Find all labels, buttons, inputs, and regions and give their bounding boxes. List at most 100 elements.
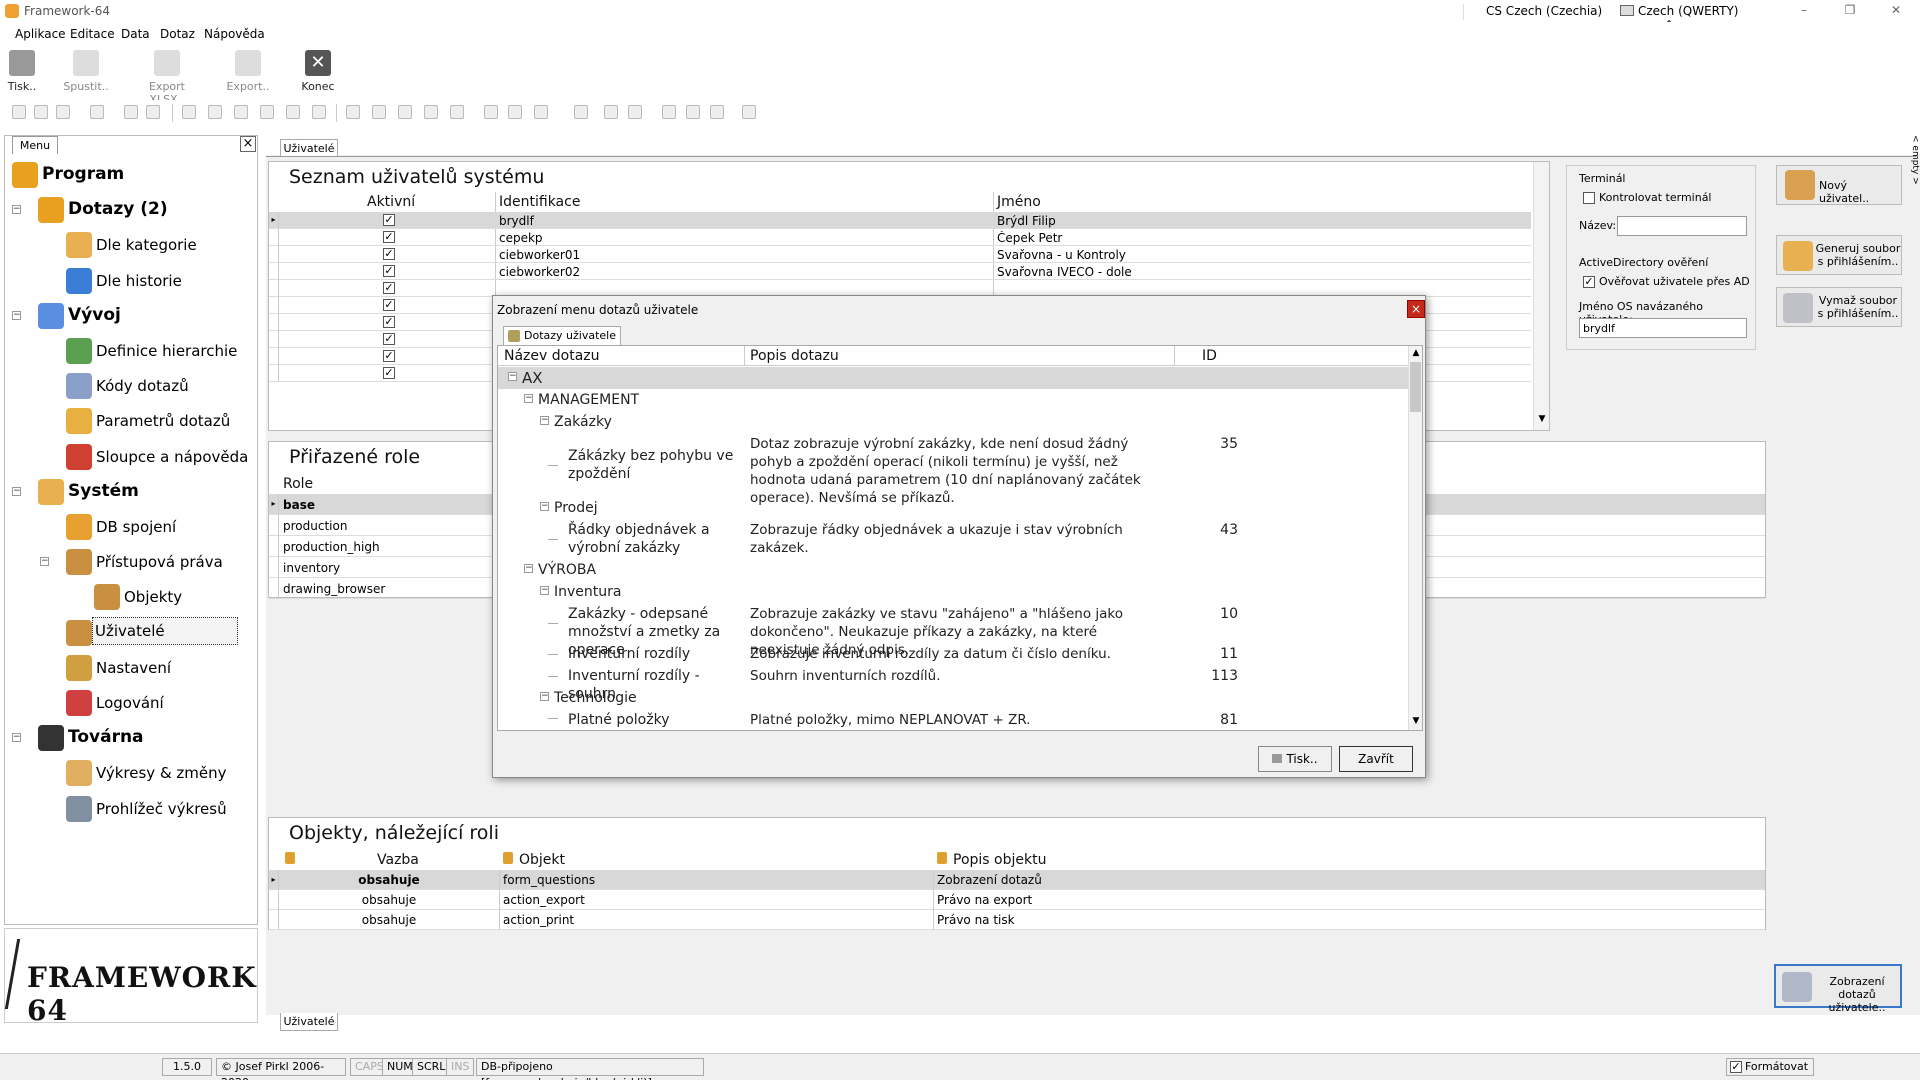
query-tree-row[interactable]: Inventurní rozdíly Zobrazuje inventurní r…: [498, 643, 1408, 665]
tab-users-top[interactable]: Uživatelé: [280, 139, 338, 157]
col-query-desc[interactable]: Popis dotazu: [750, 348, 839, 364]
tree-item[interactable]: Kódy dotazů: [64, 371, 252, 401]
paste-icon[interactable]: [56, 105, 70, 119]
tree-item[interactable]: Objekty: [92, 582, 252, 612]
terminal-name-input[interactable]: [1617, 216, 1747, 236]
import-icon[interactable]: [604, 105, 618, 119]
export-xlsx-button[interactable]: Export XLSX..: [132, 48, 202, 106]
table-row[interactable]: ▸ obsahuje form_questions Zobrazení dotazů: [269, 870, 1765, 890]
dialog-print-button[interactable]: Tisk..: [1258, 746, 1332, 772]
table-row[interactable]: ✓ ciebworker02 Svařovna IVECO - dole: [269, 263, 1531, 280]
query-tree-row[interactable]: − Technologie: [498, 687, 1408, 709]
tree-item[interactable]: Dle kategorie: [64, 230, 252, 260]
next-record-icon[interactable]: [260, 105, 274, 119]
col-object[interactable]: Objekt: [519, 852, 565, 868]
col-query-id[interactable]: ID: [1202, 348, 1217, 364]
query-tree-row[interactable]: − AX: [498, 367, 1408, 389]
tree-item[interactable]: Definice hierarchie: [64, 336, 252, 366]
collapse-icon[interactable]: −: [540, 586, 549, 595]
first-record-icon[interactable]: [182, 105, 196, 119]
tree-item[interactable]: Logování: [64, 688, 252, 718]
users-edit-icon[interactable]: [662, 105, 676, 119]
prev-record-icon[interactable]: [234, 105, 248, 119]
dialog-close-icon[interactable]: ×: [1407, 300, 1425, 318]
col-active[interactable]: Aktivní: [367, 194, 415, 210]
table-row[interactable]: ✓ ciebworker01 Svařovna - u Kontroly: [269, 246, 1531, 263]
scroll-down-icon[interactable]: ▼: [1534, 414, 1550, 424]
tree-item[interactable]: Parametrů dotazů: [64, 406, 252, 436]
refresh-icon[interactable]: [574, 105, 588, 119]
tab-user-queries[interactable]: Dotazy uživatele: [503, 326, 621, 346]
menu-napoveda[interactable]: Nápověda: [204, 27, 265, 41]
eye-icon[interactable]: [710, 105, 724, 119]
users-scrollbar[interactable]: ▼: [1533, 162, 1549, 430]
collapse-icon[interactable]: −: [540, 502, 549, 511]
collapse-icon[interactable]: −: [524, 394, 533, 403]
active-checkbox[interactable]: ✓: [383, 367, 395, 379]
collapse-icon[interactable]: −: [40, 557, 49, 567]
table-row[interactable]: obsahuje action_export Právo na export: [269, 890, 1765, 910]
menu-editace[interactable]: Editace: [70, 27, 115, 41]
collapse-icon[interactable]: −: [12, 310, 21, 320]
tree-item[interactable]: Nastavení: [64, 653, 252, 683]
dialog-close-button[interactable]: Zavřít: [1339, 746, 1413, 772]
col-name[interactable]: Jméno: [997, 194, 1041, 210]
show-user-queries-button[interactable]: Zobrazení dotazů uživatele..: [1774, 964, 1902, 1014]
tree-item[interactable]: Výkresy & změny: [64, 758, 252, 788]
active-checkbox[interactable]: ✓: [383, 214, 395, 226]
col-object-desc[interactable]: Popis objektu: [953, 852, 1046, 868]
ad-verify-checkbox[interactable]: ✓: [1583, 276, 1595, 288]
run-button[interactable]: Spustit..: [56, 48, 116, 98]
tree-item[interactable]: − Dotazy (2): [12, 195, 252, 225]
table-row[interactable]: ▸ ✓ brydlf Brýdl Filip: [269, 212, 1531, 229]
col-identification[interactable]: Identifikace: [499, 194, 580, 210]
collapse-icon[interactable]: −: [12, 486, 21, 496]
query-tree-row[interactable]: − Prodej: [498, 497, 1408, 519]
active-checkbox[interactable]: ✓: [383, 231, 395, 243]
copy-icon[interactable]: [34, 105, 48, 119]
maximize-button[interactable]: ❐: [1830, 0, 1870, 22]
table-row[interactable]: obsahuje action_print Právo na tisk: [269, 910, 1765, 930]
asterisk-small-icon[interactable]: [508, 105, 522, 119]
check-terminal-checkbox[interactable]: [1583, 192, 1595, 204]
asterisk-icon[interactable]: [484, 105, 498, 119]
queries-scrollbar[interactable]: ▲ ▼: [1408, 346, 1422, 730]
delete-login-file-button[interactable]: Vymaž soubor s přihlášením..: [1776, 287, 1902, 327]
delete-record-icon[interactable]: [372, 105, 386, 119]
format-toggle[interactable]: ✓ Formátovat: [1726, 1058, 1814, 1076]
menu-aplikace[interactable]: Aplikace: [15, 27, 66, 41]
query-tree-row[interactable]: Zakázky - odepsané množství a zmetky za …: [498, 603, 1408, 658]
query-tree-row[interactable]: Zákázky bez pohybu ve zpoždění Dotaz zobr…: [498, 433, 1408, 506]
filter-icon[interactable]: [534, 105, 548, 119]
minimize-button[interactable]: –: [1784, 0, 1824, 22]
last-record-icon[interactable]: [312, 105, 326, 119]
format-checkbox[interactable]: ✓: [1730, 1061, 1742, 1073]
query-tree-row[interactable]: Inventurní rozdíly - souhrn Souhrn invent…: [498, 665, 1408, 702]
close-menu-icon[interactable]: ×: [240, 136, 256, 152]
col-query-name[interactable]: Název dotazu: [504, 348, 600, 364]
query-tree-row[interactable]: − VÝROBA: [498, 559, 1408, 581]
collapse-icon[interactable]: −: [524, 564, 533, 573]
tree-item[interactable]: − Vývoj: [12, 301, 252, 331]
exit-button[interactable]: ✕ Konec: [288, 48, 348, 98]
tree-item[interactable]: Program: [10, 160, 252, 190]
tree-item[interactable]: Prohlížeč výkresů: [64, 794, 252, 824]
active-checkbox[interactable]: ✓: [383, 282, 395, 294]
active-checkbox[interactable]: ✓: [383, 350, 395, 362]
export-list-icon[interactable]: [628, 105, 642, 119]
scroll-down-icon[interactable]: ▼: [1409, 716, 1423, 726]
collapse-icon[interactable]: −: [12, 733, 21, 743]
active-checkbox[interactable]: ✓: [383, 265, 395, 277]
col-role[interactable]: Role: [283, 476, 313, 492]
save-icon[interactable]: [424, 105, 438, 119]
next-page-icon[interactable]: [286, 105, 300, 119]
collapse-icon[interactable]: −: [540, 692, 549, 701]
tab-users-bottom[interactable]: Uživatelé: [280, 1013, 338, 1031]
new-user-button[interactable]: Nový uživatel..: [1776, 165, 1902, 205]
side-empty-tab[interactable]: < empty >: [1908, 135, 1920, 195]
prev-page-icon[interactable]: [208, 105, 222, 119]
active-checkbox[interactable]: ✓: [383, 248, 395, 260]
close-button[interactable]: ✕: [1876, 0, 1916, 22]
settings-gear-icon[interactable]: [742, 105, 756, 119]
active-checkbox[interactable]: ✓: [383, 333, 395, 345]
